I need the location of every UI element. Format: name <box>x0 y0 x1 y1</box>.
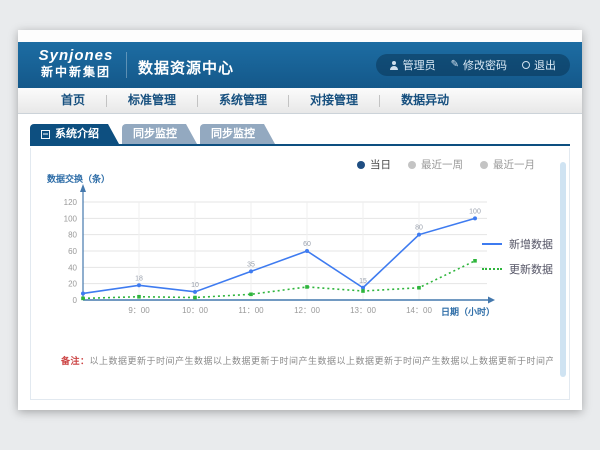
note-prefix: 备注： <box>61 356 90 366</box>
svg-text:60: 60 <box>303 241 311 248</box>
footer-note: 备注：以上数据更新于时间产生数据以上数据更新于时间产生数据以上数据更新于时间产生… <box>61 354 553 367</box>
svg-text:9：00: 9：00 <box>128 306 150 315</box>
edit-icon: ✎ <box>451 60 459 70</box>
tab-label: 同步监控 <box>133 124 177 144</box>
user-menu: 管理员 ✎ 修改密码 退出 <box>376 54 570 76</box>
window-top-strip <box>18 30 582 42</box>
svg-text:100: 100 <box>64 214 78 223</box>
radio-label: 最近一月 <box>493 157 535 172</box>
legend-dotted-line-icon <box>482 268 502 270</box>
header-divider <box>126 52 127 78</box>
svg-text:14：00: 14：00 <box>406 306 432 315</box>
radio-dot-icon <box>357 161 365 169</box>
svg-text:35: 35 <box>247 261 255 268</box>
svg-text:18: 18 <box>135 275 143 282</box>
tab-sync-monitor-1[interactable]: 同步监控 <box>122 124 197 144</box>
tab-system-intro[interactable]: 系统介绍 <box>30 124 119 144</box>
radio-label: 最近一周 <box>421 157 463 172</box>
svg-text:20: 20 <box>68 280 77 289</box>
svg-text:日期（小时）: 日期（小时） <box>441 306 495 317</box>
tab-bar: 系统介绍 同步监控 同步监控 <box>30 124 570 146</box>
line-chart[interactable]: 0 20 40 60 80 100 120 9：00 10：00 11：00 12：00 13：00 1… <box>43 172 523 332</box>
radio-label: 当日 <box>370 157 391 172</box>
nav-item-home[interactable]: 首页 <box>40 88 106 113</box>
legend-label: 新增数据 <box>509 236 553 252</box>
svg-text:40: 40 <box>68 263 77 272</box>
user-account-button[interactable]: 管理员 <box>390 57 436 73</box>
svg-text:100: 100 <box>469 208 481 215</box>
username-label: 管理员 <box>403 57 436 73</box>
panel-scrollbar[interactable] <box>560 162 566 377</box>
tab-label: 系统介绍 <box>55 124 99 144</box>
legend-item-updated-data[interactable]: 更新数据 <box>482 261 553 277</box>
time-range-filter: 当日 最近一周 最近一月 <box>357 157 535 172</box>
svg-text:120: 120 <box>64 198 78 207</box>
user-icon <box>390 61 399 70</box>
tab-label: 同步监控 <box>211 124 255 144</box>
svg-text:80: 80 <box>68 231 77 240</box>
legend-solid-line-icon <box>482 243 502 245</box>
power-icon <box>522 61 530 69</box>
nav-item-data-changes[interactable]: 数据异动 <box>380 88 470 113</box>
change-password-label: 修改密码 <box>463 57 507 73</box>
svg-text:10：00: 10：00 <box>182 306 208 315</box>
company-logo: Synjones 新中新集团 <box>32 47 120 80</box>
radio-last-week[interactable]: 最近一周 <box>408 157 463 172</box>
svg-text:13：00: 13：00 <box>350 306 376 315</box>
logo-brand-text: Synjones <box>32 47 120 65</box>
main-nav: 首页 标准管理 系统管理 对接管理 数据异动 <box>18 88 582 114</box>
svg-text:11：00: 11：00 <box>238 306 264 315</box>
chart-legend: 新增数据 更新数据 <box>482 236 553 277</box>
logout-label: 退出 <box>534 57 556 73</box>
document-icon <box>41 130 50 139</box>
app-window: Synjones 新中新集团 数据资源中心 管理员 ✎ 修改密码 退出 首页 标… <box>18 30 582 410</box>
svg-text:10: 10 <box>191 282 199 289</box>
legend-item-new-data[interactable]: 新增数据 <box>482 236 553 252</box>
note-text: 以上数据更新于时间产生数据以上数据更新于时间产生数据以上数据更新于时间产生数据以… <box>90 356 553 366</box>
svg-text:15: 15 <box>359 278 367 285</box>
chart-panel: 当日 最近一周 最近一月 0 20 40 60 80 100 120 9：00 10：00 11：… <box>30 148 570 400</box>
logout-button[interactable]: 退出 <box>522 57 556 73</box>
svg-text:80: 80 <box>415 225 423 232</box>
nav-item-docking-mgmt[interactable]: 对接管理 <box>289 88 379 113</box>
radio-today[interactable]: 当日 <box>357 157 391 172</box>
svg-text:数据交换（条）: 数据交换（条） <box>47 173 110 184</box>
radio-dot-icon <box>408 161 416 169</box>
svg-text:60: 60 <box>68 247 77 256</box>
radio-last-month[interactable]: 最近一月 <box>480 157 535 172</box>
svg-text:0: 0 <box>73 296 78 305</box>
tab-sync-monitor-2[interactable]: 同步监控 <box>200 124 275 144</box>
svg-text:12：00: 12：00 <box>294 306 320 315</box>
nav-item-standard-mgmt[interactable]: 标准管理 <box>107 88 197 113</box>
change-password-button[interactable]: ✎ 修改密码 <box>451 57 507 73</box>
logo-company-name: 新中新集团 <box>32 65 120 80</box>
page-title: 数据资源中心 <box>138 57 234 78</box>
content-area: 系统介绍 同步监控 同步监控 当日 最近一周 <box>18 114 582 410</box>
radio-dot-icon <box>480 161 488 169</box>
nav-item-system-mgmt[interactable]: 系统管理 <box>198 88 288 113</box>
app-header: Synjones 新中新集团 数据资源中心 管理员 ✎ 修改密码 退出 <box>18 42 582 88</box>
legend-label: 更新数据 <box>509 261 553 277</box>
